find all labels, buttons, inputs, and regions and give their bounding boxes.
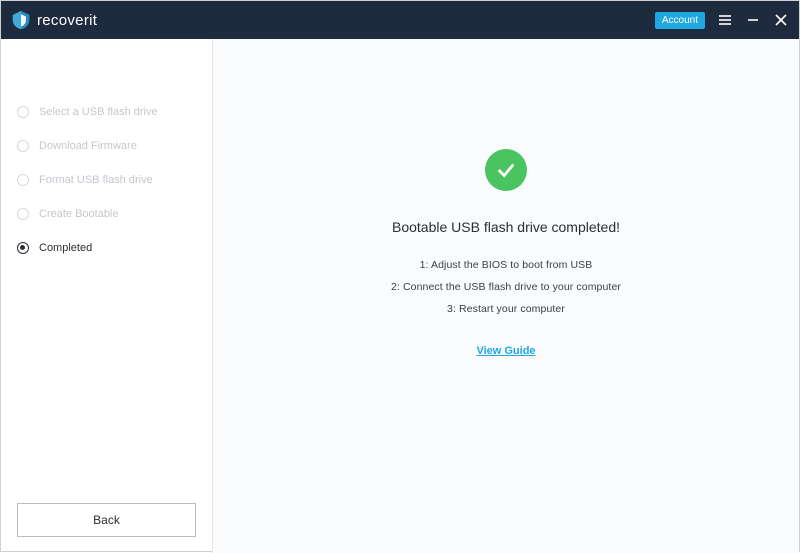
step-download-firmware: Download Firmware — [1, 129, 212, 163]
view-guide-link[interactable]: View Guide — [476, 345, 535, 357]
step-label: Create Bootable — [39, 208, 119, 220]
brand-name: recoverit — [37, 12, 97, 29]
step-select-usb: Select a USB flash drive — [1, 95, 212, 129]
step-indicator-icon — [17, 174, 29, 186]
step-create-bootable: Create Bootable — [1, 197, 212, 231]
brand-logo: recoverit — [11, 10, 97, 30]
sidebar-footer: Back — [1, 487, 212, 553]
completion-title: Bootable USB flash drive completed! — [392, 219, 620, 235]
step-label: Format USB flash drive — [39, 174, 153, 186]
step-list: Select a USB flash drive Download Firmwa… — [1, 95, 212, 265]
back-button[interactable]: Back — [17, 503, 196, 537]
instruction-item: 2: Connect the USB flash drive to your c… — [391, 281, 621, 293]
close-icon[interactable] — [773, 12, 789, 28]
account-button[interactable]: Account — [655, 12, 705, 29]
step-indicator-icon — [17, 140, 29, 152]
titlebar: recoverit Account — [1, 1, 799, 39]
step-format-usb: Format USB flash drive — [1, 163, 212, 197]
step-label: Download Firmware — [39, 140, 137, 152]
sidebar: Select a USB flash drive Download Firmwa… — [1, 39, 213, 553]
instruction-item: 3: Restart your computer — [447, 303, 565, 315]
step-indicator-icon — [17, 242, 29, 254]
titlebar-controls: Account — [655, 12, 789, 29]
step-label: Completed — [39, 242, 92, 254]
step-label: Select a USB flash drive — [39, 106, 158, 118]
recoverit-logo-icon — [11, 10, 31, 30]
menu-icon[interactable] — [717, 12, 733, 28]
instruction-list: 1: Adjust the BIOS to boot from USB 2: C… — [391, 259, 621, 315]
step-indicator-icon — [17, 208, 29, 220]
instruction-item: 1: Adjust the BIOS to boot from USB — [420, 259, 593, 271]
success-check-icon — [485, 149, 527, 191]
step-indicator-icon — [17, 106, 29, 118]
step-completed: Completed — [1, 231, 212, 265]
main-panel: Bootable USB flash drive completed! 1: A… — [213, 39, 799, 553]
minimize-icon[interactable] — [745, 12, 761, 28]
